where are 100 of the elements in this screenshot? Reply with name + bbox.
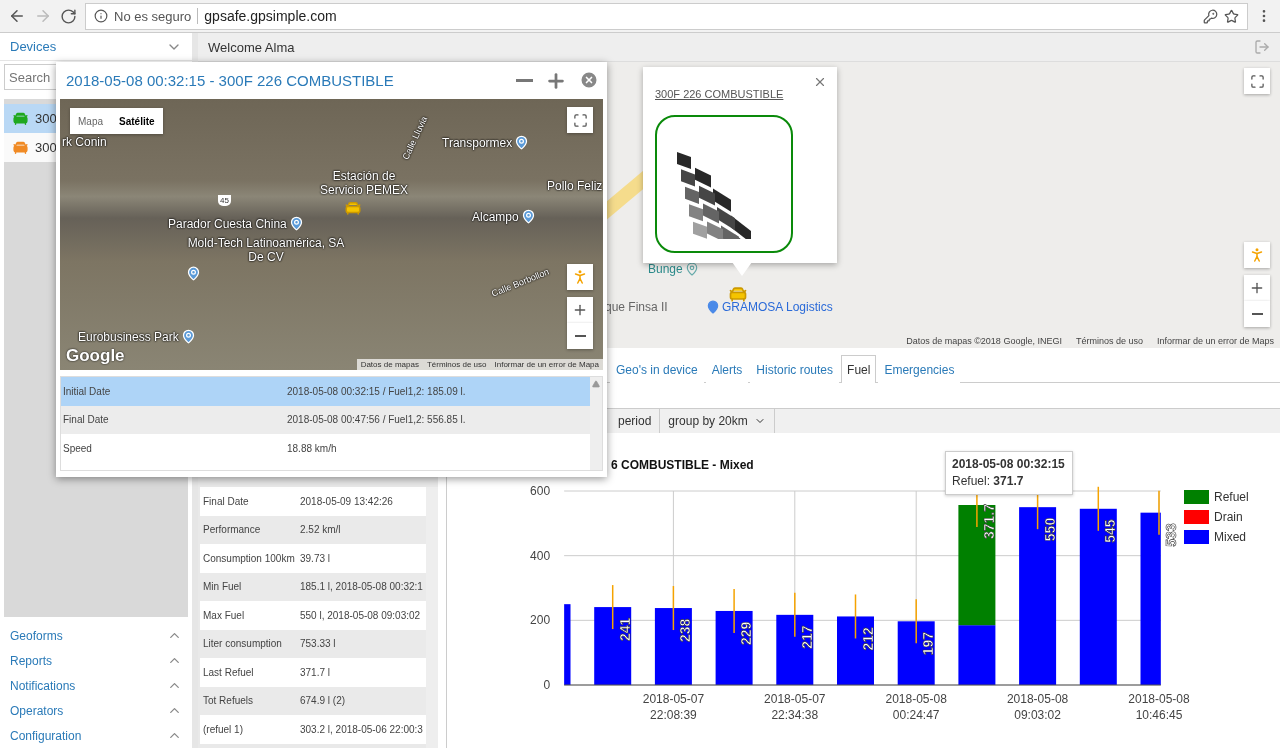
star-icon[interactable]: [1224, 8, 1239, 24]
value-label: 197: [920, 631, 937, 656]
devices-header[interactable]: Devices: [0, 33, 192, 61]
place-label: Estación de Servicio PEMEX: [319, 169, 409, 197]
zoom-in-button[interactable]: [567, 297, 593, 323]
zoom-in-button[interactable]: [1244, 275, 1270, 301]
value-marker: [1097, 486, 1100, 532]
highway-shield: 45: [218, 195, 231, 206]
stat-value: 185.1 l, 2018-05-08 00:32:1: [300, 581, 423, 593]
stat-label: Max Fuel: [202, 609, 246, 621]
y-tick-label: 600: [530, 484, 551, 498]
fullscreen-button[interactable]: [567, 107, 593, 133]
pegman-button[interactable]: [567, 264, 593, 290]
row-label: Initial Date: [62, 385, 112, 397]
section-item[interactable]: Configuration: [0, 723, 192, 748]
value-marker: [794, 592, 796, 638]
x-tick-label: 2018-05-07 22:08:39: [642, 692, 705, 722]
attribution-link[interactable]: Informar de un error de Mapa: [494, 360, 599, 369]
value-marker: [733, 588, 735, 634]
map-type-button[interactable]: Mapa: [70, 108, 111, 134]
popup-title-link[interactable]: 300F 226 COMBUSTIBLE: [655, 88, 784, 100]
section-item[interactable]: Operators: [0, 698, 192, 723]
stat-label: Tot Refuels: [202, 695, 255, 707]
stat-label: Performance: [202, 524, 262, 536]
value-marker: [1158, 489, 1160, 536]
pin-icon: [706, 300, 720, 314]
place-label: Eurobusiness Park: [78, 329, 179, 344]
scrollbar[interactable]: [426, 487, 438, 748]
stat-value: 303.2 l, 2018-05-06 22:00:3: [300, 723, 423, 735]
pegman-button[interactable]: [1244, 242, 1270, 268]
bar: [897, 621, 935, 685]
pin-icon: [520, 209, 536, 224]
welcome-text: Welcome Alma: [208, 39, 295, 55]
detail-row[interactable]: Initial Date 2018-05-08 00:32:15 / Fuel1,2: 185.09 l.: [61, 377, 590, 406]
section-label: Reports: [10, 653, 53, 668]
section-label: Geoforms: [10, 628, 63, 643]
minus-icon: [516, 79, 533, 82]
minus-icon: [1251, 313, 1263, 315]
place-label: Pollo Feliz: [547, 179, 603, 193]
key-icon[interactable]: [1203, 8, 1218, 24]
fullscreen-icon: [572, 112, 588, 128]
section-item[interactable]: Notifications: [0, 673, 192, 698]
section-label: Notifications: [10, 678, 76, 693]
pin-icon: [180, 329, 196, 344]
scroll-up-icon: [592, 380, 600, 388]
value-marker: [915, 598, 917, 645]
stat-value: 674.9 l (2): [300, 695, 346, 707]
attribution-link[interactable]: Términos de uso: [426, 360, 487, 369]
zoom-out-button[interactable]: [1244, 301, 1270, 327]
attribution-link[interactable]: Informar de un error de Maps: [1156, 336, 1274, 346]
value-marker: [672, 585, 675, 631]
close-icon[interactable]: [813, 75, 827, 89]
y-tick-label: 400: [530, 548, 551, 563]
car-icon[interactable]: [728, 284, 748, 304]
y-tick-label: 200: [530, 613, 551, 628]
bar: [837, 616, 874, 685]
address-bar[interactable]: No es seguro gpsafe.gpsimple.com: [85, 2, 1248, 30]
place-label: GRAMOSA Logistics: [722, 300, 833, 314]
close-icon: [579, 69, 599, 90]
x-tick-label: 2018-05-07 22:34:38: [764, 692, 826, 722]
security-label: No es seguro: [114, 8, 192, 24]
section-label: Operators: [10, 703, 64, 718]
tab[interactable]: Fuel: [841, 355, 877, 383]
attribution-link[interactable]: Términos de uso: [1075, 336, 1143, 346]
section-item[interactable]: Geoforms: [0, 623, 192, 648]
stat-label: Liter consumption: [202, 638, 283, 650]
pin-icon: [186, 266, 201, 281]
map-type-button[interactable]: Satélite: [111, 108, 163, 134]
row-label: Final Date: [62, 414, 110, 426]
car-icon[interactable]: [344, 199, 362, 217]
chart-title: 6 COMBUSTIBLE - Mixed: [611, 458, 754, 472]
device-name: 300: [35, 111, 57, 126]
value-label: 371.7: [980, 503, 997, 539]
x-tick-label: 2018-05-08 10:46:45: [1128, 692, 1190, 722]
reload-icon[interactable]: [60, 7, 77, 25]
value-label: 238: [677, 618, 694, 643]
stat-value: 2018-05-09 13:42:26: [300, 495, 393, 507]
section-label: Configuration: [10, 728, 82, 743]
url-text: gpsafe.gpsimple.com: [204, 8, 338, 24]
scrollbar[interactable]: [590, 377, 602, 470]
pin-icon: [288, 216, 304, 231]
stat-value: 371.7 l: [300, 666, 331, 678]
row-value: 2018-05-08 00:47:56 / Fuel1,2: 556.85 l.: [287, 414, 466, 426]
y-tick-label: 0: [543, 678, 551, 692]
fullscreen-button[interactable]: [1244, 68, 1270, 94]
place-label: Calle Lluvia: [400, 114, 430, 162]
zoom-out-button[interactable]: [567, 323, 593, 349]
place-label: Mold-Tech Latinoamérica, SA De CV: [186, 236, 346, 264]
back-icon[interactable]: [8, 7, 26, 25]
stat-value: 2.52 km/l: [300, 524, 341, 536]
x-tick-label: 2018-05-08 09:03:02: [1006, 692, 1069, 722]
stat-label: Consumption 100km: [202, 552, 296, 564]
detail-row[interactable]: Final Date 2018-05-08 00:47:56 / Fuel1,2: 556.85 l.: [61, 405, 590, 434]
stat-label: (refuel 1): [202, 723, 244, 735]
section-item[interactable]: Reports: [0, 648, 192, 673]
value-marker: [854, 593, 857, 640]
value-label: 550: [1041, 517, 1058, 542]
place-label: Transpormex: [442, 135, 513, 150]
stat-value: 550 l, 2018-05-08 09:03:02: [300, 609, 421, 621]
value-label: 241: [616, 617, 633, 642]
